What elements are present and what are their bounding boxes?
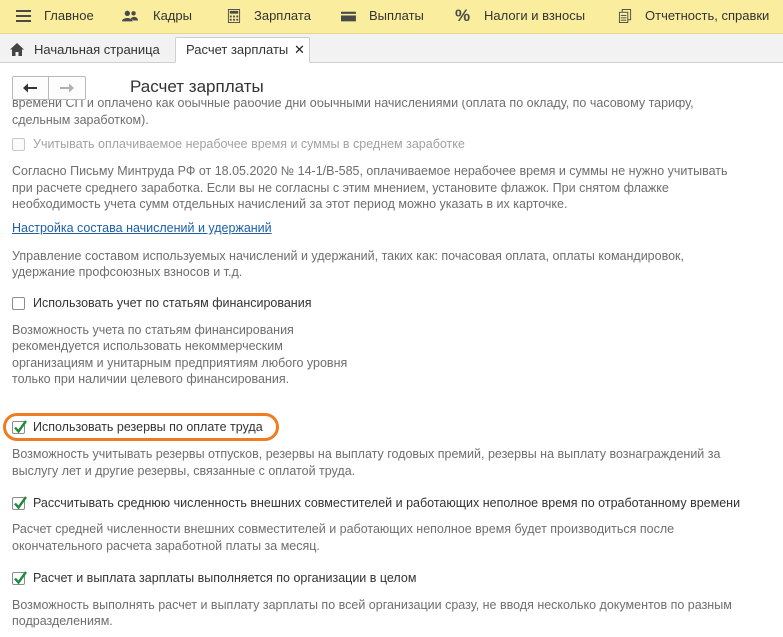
tab-salary-calculation-label: Расчет зарплаты bbox=[186, 42, 289, 57]
description-text: необходимость учета сумм отдельных начис… bbox=[12, 197, 568, 211]
tab-home-label: Начальная страница bbox=[34, 42, 160, 57]
arrow-right-icon bbox=[60, 83, 74, 93]
cut-off-text: сдельным заработком). bbox=[12, 113, 149, 127]
settings-content: времени СП и оплачено как обычные рабочи… bbox=[0, 100, 783, 637]
checkmark-icon bbox=[14, 420, 27, 434]
main-menu-bar: Главное Кадры Зарплата Выплаты % Налоги … bbox=[0, 0, 783, 34]
menu-item-label: Кадры bbox=[153, 8, 192, 23]
description-text: рекомендуется использовать некоммерчески… bbox=[12, 339, 283, 353]
back-button[interactable] bbox=[13, 77, 49, 99]
description-text: Возможность выполнять расчет и выплату з… bbox=[12, 598, 732, 612]
arrow-left-icon bbox=[23, 83, 37, 93]
financing-checkbox[interactable] bbox=[12, 297, 25, 310]
menu-item-label: Зарплата bbox=[254, 8, 311, 23]
percent-icon: % bbox=[455, 6, 471, 25]
checkmark-icon bbox=[14, 496, 27, 510]
nonworking-time-label: Учитывать оплачиваемое нерабочее время и… bbox=[33, 137, 465, 151]
description-text: организациям и унитарным предприятиям лю… bbox=[12, 356, 348, 370]
headcount-checkbox[interactable] bbox=[12, 496, 27, 510]
tab-strip: Начальная страница Расчет зарплаты ✕ bbox=[0, 34, 783, 63]
description-text: подразделениям. bbox=[12, 614, 113, 628]
description-text: только при наличии целевого финансирован… bbox=[12, 372, 290, 386]
menu-item-label: Налоги и взносы bbox=[484, 8, 586, 23]
description-text: Расчет средней численности внешних совме… bbox=[12, 522, 675, 536]
accruals-settings-link[interactable]: Настройка состава начислений и удержаний bbox=[12, 220, 272, 236]
headcount-label: Рассчитывать среднюю численность внешних… bbox=[33, 496, 741, 510]
menu-item-label: Отчетность, справки bbox=[645, 8, 770, 23]
cut-off-text: времени СП и оплачено как обычные рабочи… bbox=[12, 100, 694, 110]
reserves-label: Использовать резервы по оплате труда bbox=[33, 420, 263, 434]
reserves-checkbox[interactable] bbox=[12, 420, 27, 434]
navigation-buttons bbox=[12, 76, 86, 100]
tab-salary-calculation[interactable]: Расчет зарплаты ✕ bbox=[175, 37, 310, 63]
description-text: окончательного расчета заработной платы … bbox=[12, 539, 320, 553]
description-text: Возможность учета по статьям финансирова… bbox=[12, 323, 294, 337]
forward-button[interactable] bbox=[49, 77, 84, 99]
menu-item-label: Главное bbox=[44, 8, 94, 23]
documents-icon bbox=[618, 9, 632, 23]
menu-hamburger-icon bbox=[16, 9, 32, 23]
description-text: при расчете среднего заработка. Если вы … bbox=[12, 181, 669, 195]
description-text: Возможность учитывать резервы отпусков, … bbox=[12, 447, 721, 461]
description-text: Согласно Письму Минтруда РФ от 18.05.202… bbox=[12, 164, 728, 178]
close-icon[interactable]: ✕ bbox=[294, 38, 305, 62]
description-text: Управление составом используемых начисле… bbox=[12, 249, 684, 263]
financing-label: Использовать учет по статьям финансирова… bbox=[33, 296, 312, 310]
home-icon bbox=[10, 43, 24, 56]
menu-item-label: Выплаты bbox=[369, 8, 424, 23]
description-text: выслугу лет и другие резервы, связанные … bbox=[12, 464, 356, 478]
nonworking-time-checkbox[interactable] bbox=[12, 138, 25, 151]
page-title: Расчет зарплаты bbox=[130, 77, 264, 96]
organization-label: Расчет и выплата зарплаты выполняется по… bbox=[33, 571, 417, 585]
checkmark-icon bbox=[14, 571, 27, 585]
organization-checkbox[interactable] bbox=[12, 571, 27, 585]
people-icon bbox=[122, 10, 138, 22]
calculator-icon bbox=[227, 9, 241, 23]
description-text: удержание профсоюзных взносов и т.д. bbox=[12, 265, 243, 279]
wallet-icon bbox=[341, 11, 356, 22]
